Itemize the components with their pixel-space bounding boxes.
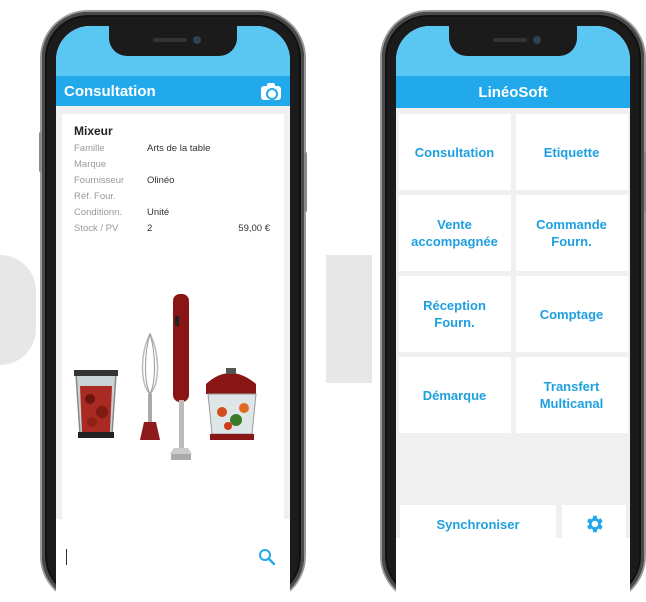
phone-left: Consultation Mixeur Famille Arts de la t… [39, 12, 307, 602]
search-input[interactable] [62, 539, 246, 575]
field-label: Conditionn. [74, 207, 123, 218]
phone-right: LinéoSoft Consultation Etiquette Vente ac… [382, 12, 646, 602]
watermark-shape-left [0, 255, 36, 365]
chopper-shape [206, 368, 257, 440]
tile-consultation[interactable]: Consultation [398, 114, 511, 190]
beaker-shape [74, 370, 118, 438]
field-label: Réf. Four. [74, 191, 116, 202]
sync-button[interactable]: Synchroniser [400, 505, 556, 543]
menu-grid: Consultation Etiquette Vente accompagnée … [398, 114, 628, 433]
search-icon[interactable] [250, 539, 284, 575]
price-value: 59,00 € [238, 223, 270, 234]
search-bar [62, 539, 284, 575]
field-label: Stock / PV [74, 223, 119, 234]
gear-icon[interactable] [562, 505, 626, 543]
field-row-conditionnement: Conditionn. Unité [74, 205, 274, 221]
tile-label: Comptage [539, 306, 604, 322]
tile-reception-fourn[interactable]: Réception Fourn. [398, 276, 511, 352]
blender-shape [170, 294, 192, 460]
tile-label: Commande Fourn. [536, 217, 607, 249]
field-value [147, 157, 274, 173]
tile-label: Transfert Multicanal [539, 379, 604, 411]
field-row-ref-four: Réf. Four. [74, 189, 274, 205]
page-title: Consultation [64, 82, 156, 100]
sync-label: Synchroniser [436, 516, 520, 532]
app-bar: LinéoSoft [396, 76, 630, 108]
field-row-fournisseur: Fournisseur Olinéo [74, 173, 274, 189]
tile-etiquette[interactable]: Etiquette [515, 114, 628, 190]
app-title: LinéoSoft [478, 83, 548, 101]
notch [109, 26, 237, 56]
tile-label: Réception Fourn. [423, 298, 486, 330]
tile-label: Consultation [414, 144, 495, 160]
watermark-shape-middle [326, 255, 372, 383]
bottom-actions: Synchroniser [400, 505, 626, 543]
field-label: Marque [74, 159, 107, 170]
field-row-stock-pv: Stock / PV 2 59,00 € [74, 221, 274, 237]
tile-vente-accompagnee[interactable]: Vente accompagnée [398, 195, 511, 271]
tile-comptage[interactable]: Comptage [515, 276, 628, 352]
field-value [147, 189, 274, 205]
field-label: Fournisseur [74, 175, 125, 186]
product-card: Mixeur Famille Arts de la table Marque F… [62, 114, 284, 519]
volume-button [39, 132, 42, 172]
phone-screen-left: Consultation Mixeur Famille Arts de la t… [56, 26, 290, 602]
phone-screen-right: LinéoSoft Consultation Etiquette Vente ac… [396, 26, 630, 602]
power-button [304, 152, 307, 212]
product-name: Mixeur [74, 124, 113, 138]
field-row-marque: Marque [74, 157, 274, 173]
field-value: Unité [147, 207, 170, 218]
camera-icon[interactable] [260, 82, 282, 100]
tile-label: Démarque [422, 387, 487, 403]
tile-demarque[interactable]: Démarque [398, 357, 511, 433]
field-row-famille: Famille Arts de la table [74, 141, 274, 157]
content-area: Mixeur Famille Arts de la table Marque F… [56, 106, 290, 519]
whisk-shape [140, 332, 160, 440]
field-value: 2 [147, 223, 153, 234]
field-label: Famille [74, 143, 105, 154]
tile-transfert-multicanal[interactable]: Transfert Multicanal [515, 357, 628, 433]
menu-area: Consultation Etiquette Vente accompagnée … [396, 108, 630, 543]
tile-commande-fourn[interactable]: Commande Fourn. [515, 195, 628, 271]
field-value: Arts de la table [147, 143, 211, 154]
tile-label: Vente accompagnée [411, 217, 498, 249]
notch [449, 26, 577, 56]
product-image [74, 294, 257, 460]
field-value: Olinéo [147, 175, 175, 186]
tile-label: Etiquette [543, 144, 600, 160]
app-bar: Consultation [56, 76, 290, 106]
